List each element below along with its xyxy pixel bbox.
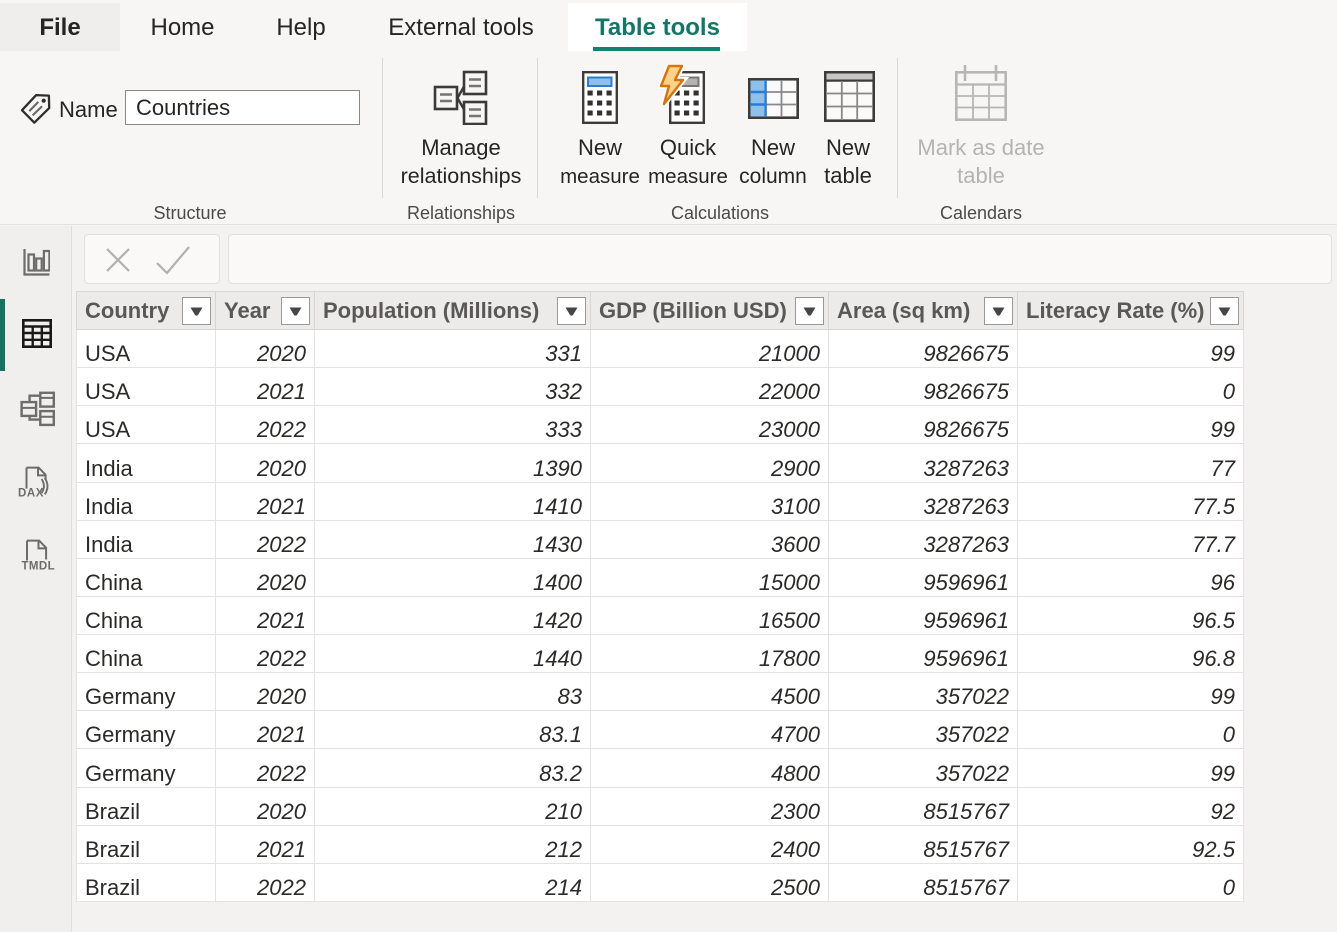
svg-text:DAX: DAX xyxy=(18,488,44,500)
svg-text:TMDL: TMDL xyxy=(22,560,56,572)
